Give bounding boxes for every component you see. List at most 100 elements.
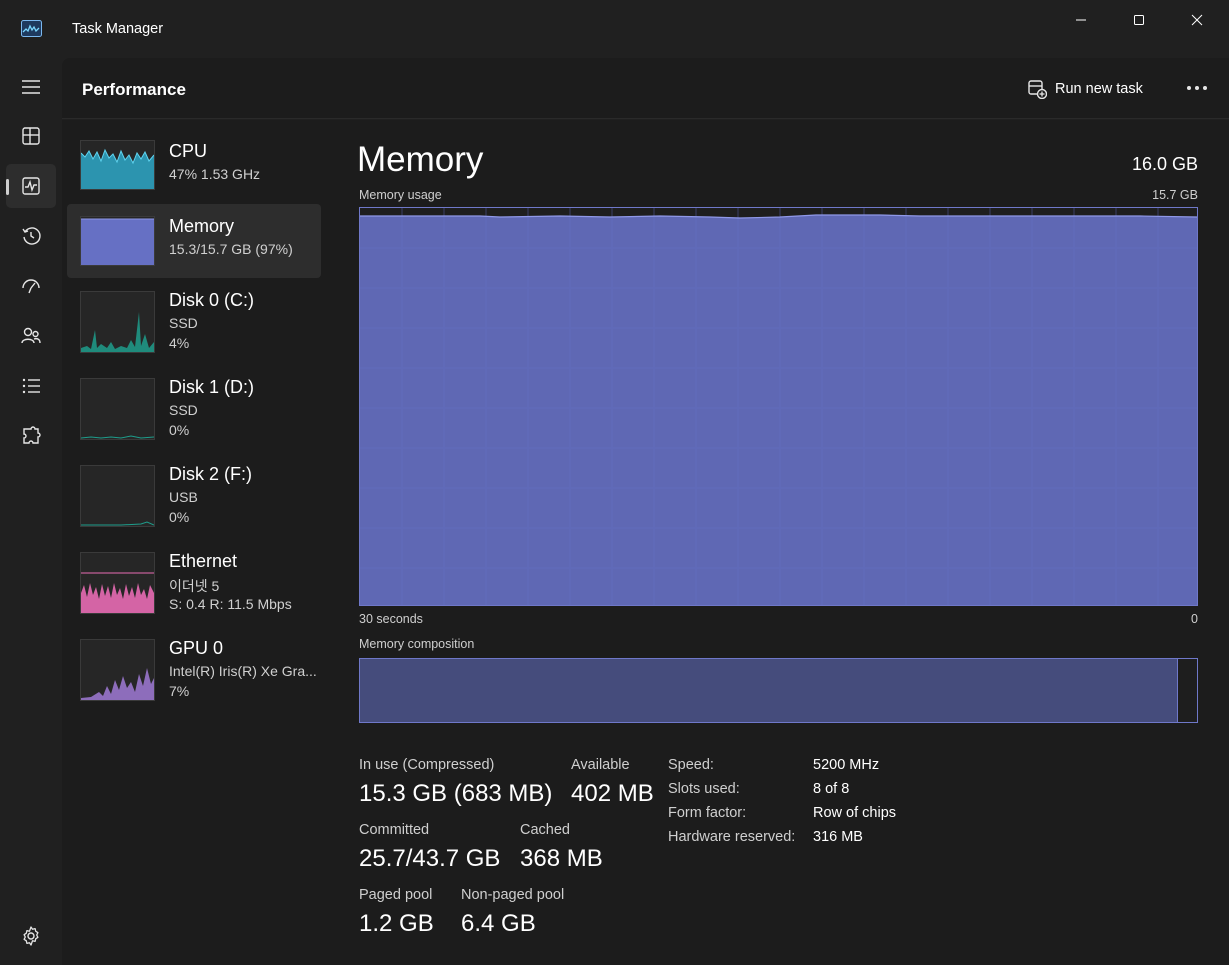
slots-used-label: Slots used: [668, 781, 740, 797]
page-title: Performance [82, 80, 186, 99]
slots-used-value: 8 of 8 [813, 781, 850, 797]
nav-processes[interactable] [6, 114, 56, 158]
ethernet-thumbnail-graph [80, 552, 155, 614]
sidebar-disk1-usage: 0% [169, 422, 190, 438]
navigation-rail [0, 58, 62, 965]
speed-label: Speed: [668, 757, 714, 773]
close-button[interactable] [1168, 0, 1226, 40]
performance-icon [22, 177, 40, 195]
sidebar-item-disk-2[interactable]: Disk 2 (F:) USB 0% [67, 456, 321, 540]
sidebar-gpu-name: GPU 0 [169, 638, 224, 658]
hamburger-menu-button[interactable] [6, 65, 56, 109]
usage-graph-max: 15.7 GB [1152, 188, 1198, 202]
sidebar-item-gpu-0[interactable]: GPU 0 Intel(R) Iris(R) Xe Gra... 7% [67, 630, 321, 714]
details-list-icon [22, 378, 40, 394]
sidebar-gpu-usage: 7% [169, 683, 190, 699]
sidebar-ethernet-name: Ethernet [169, 551, 238, 571]
in-use-label: In use (Compressed) [359, 757, 495, 773]
cached-label: Cached [520, 822, 570, 838]
sidebar-disk2-usage: 0% [169, 509, 190, 525]
sidebar-disk2-name: Disk 2 (F:) [169, 464, 252, 484]
sidebar-ethernet-adapter: 이더넷 5 [169, 578, 220, 594]
sidebar-item-memory[interactable]: Memory 15.3/15.7 GB (97%) [67, 204, 321, 278]
active-indicator [6, 179, 9, 195]
graph-axis-right: 0 [1191, 612, 1198, 626]
sidebar-item-disk-1[interactable]: Disk 1 (D:) SSD 0% [67, 369, 321, 453]
nav-startup-apps[interactable] [6, 264, 56, 308]
composition-label: Memory composition [359, 637, 475, 651]
memory-usage-graph [359, 207, 1198, 606]
sidebar-disk0-name: Disk 0 (C:) [169, 290, 254, 310]
sidebar-cpu-usage: 47% 1.53 GHz [169, 166, 261, 182]
speed-value: 5200 MHz [813, 757, 880, 773]
gear-icon [23, 926, 39, 946]
sidebar-disk2-type: USB [169, 489, 198, 505]
committed-label: Committed [359, 822, 430, 838]
resource-title: Memory [357, 140, 484, 179]
gpu-thumbnail-graph [80, 639, 155, 701]
disk2-thumbnail-graph [80, 465, 155, 527]
memory-usage-svg [360, 208, 1198, 605]
hardware-reserved-label: Hardware reserved: [668, 829, 796, 845]
paged-pool-label: Paged pool [359, 887, 433, 903]
window-title: Task Manager [72, 21, 164, 37]
resource-list: CPU 47% 1.53 GHz Memory 15.3/15.7 GB (97… [62, 120, 328, 965]
form-factor-label: Form factor: [668, 805, 747, 821]
paged-pool-value: 1.2 GB [359, 910, 434, 937]
sidebar-disk0-type: SSD [169, 315, 198, 331]
cached-value: 368 MB [520, 845, 603, 872]
run-task-icon [1028, 80, 1047, 99]
more-dots-icon [1187, 86, 1207, 90]
title-bar: Task Manager [0, 0, 1229, 58]
settings-button[interactable] [19, 924, 43, 948]
nav-details[interactable] [6, 364, 56, 408]
cpu-thumbnail-graph [80, 140, 155, 190]
sidebar-gpu-model: Intel(R) Iris(R) Xe Gra... [169, 663, 317, 679]
memory-detail-panel: Memory 16.0 GB Memory usage 15.7 GB 30 s… [328, 120, 1229, 965]
sidebar-item-cpu[interactable]: CPU 47% 1.53 GHz [67, 132, 321, 206]
run-new-task-label: Run new task [1055, 81, 1143, 97]
hardware-reserved-value: 316 MB [813, 829, 863, 845]
minimize-button[interactable] [1052, 0, 1110, 40]
services-puzzle-icon [23, 426, 41, 444]
available-value: 402 MB [571, 780, 654, 807]
task-manager-app-icon [21, 20, 42, 37]
committed-value: 25.7/43.7 GB [359, 845, 501, 872]
processes-icon [22, 127, 40, 145]
non-paged-pool-label: Non-paged pool [461, 887, 565, 903]
disk0-thumbnail-graph [80, 291, 155, 353]
graph-axis-left: 30 seconds [359, 612, 423, 626]
disk1-thumbnail-graph [80, 378, 155, 440]
nav-app-history[interactable] [6, 214, 56, 258]
maximize-button[interactable] [1110, 0, 1168, 40]
available-label: Available [571, 757, 630, 773]
sidebar-disk0-usage: 4% [169, 335, 190, 351]
sidebar-disk1-type: SSD [169, 402, 198, 418]
non-paged-pool-value: 6.4 GB [461, 910, 536, 937]
sidebar-item-disk-0[interactable]: Disk 0 (C:) SSD 4% [67, 282, 321, 366]
hamburger-icon [22, 80, 40, 94]
page-header: Performance Run new task [62, 58, 1229, 119]
memory-total: 16.0 GB [1131, 154, 1198, 174]
sidebar-memory-usage: 15.3/15.7 GB (97%) [169, 241, 293, 257]
sidebar-cpu-name: CPU [169, 141, 208, 161]
nav-users[interactable] [6, 314, 56, 358]
close-icon [1191, 14, 1203, 26]
nav-services[interactable] [6, 414, 56, 458]
startup-gauge-icon [22, 279, 40, 294]
history-icon [22, 227, 41, 245]
memory-composition-bar [359, 658, 1198, 723]
run-new-task-button[interactable]: Run new task [1027, 76, 1143, 102]
more-options-button[interactable] [1182, 76, 1212, 100]
form-factor-value: Row of chips [813, 805, 897, 821]
in-use-value: 15.3 GB (683 MB) [359, 780, 553, 807]
users-icon [21, 327, 41, 344]
usage-graph-label: Memory usage [359, 188, 442, 202]
minimize-icon [1076, 19, 1086, 21]
sidebar-ethernet-throughput: S: 0.4 R: 11.5 Mbps [169, 596, 292, 612]
composition-in-use-segment [360, 659, 1178, 722]
memory-thumbnail-graph [80, 216, 155, 266]
sidebar-item-ethernet[interactable]: Ethernet 이더넷 5 S: 0.4 R: 11.5 Mbps [67, 543, 321, 627]
sidebar-disk1-name: Disk 1 (D:) [169, 377, 254, 397]
nav-performance[interactable] [6, 164, 56, 208]
